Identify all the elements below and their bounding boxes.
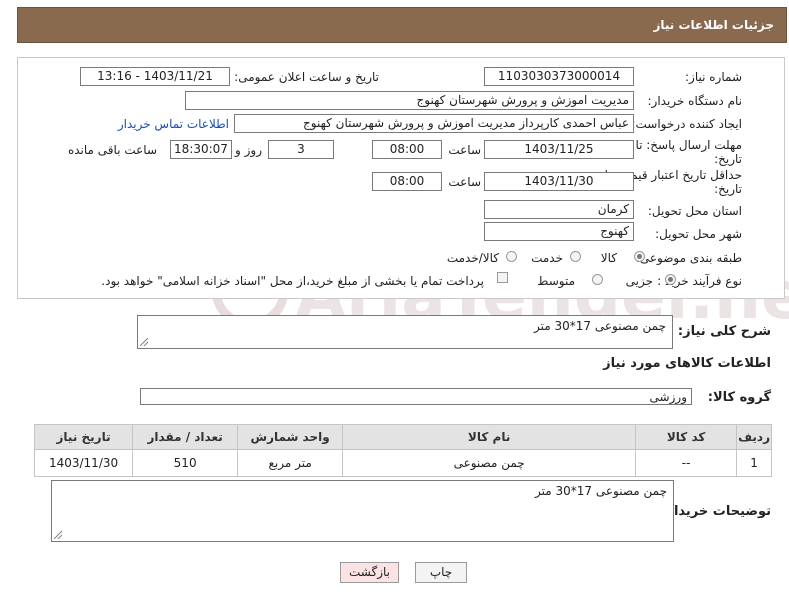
items-section-title: اطلاعات کالاهای مورد نیاز bbox=[603, 356, 771, 371]
cell-name: چمن مصنوعی bbox=[342, 449, 637, 477]
items-table: ردیف کد کالا نام کالا واحد شمارش تعداد /… bbox=[33, 424, 772, 477]
resize-grip-icon[interactable] bbox=[54, 531, 62, 539]
validity-time-field: 08:00 bbox=[372, 172, 442, 191]
purchase-option-minor: جزیی bbox=[625, 274, 653, 288]
table-row: 1 -- چمن مصنوعی متر مربع 510 1403/11/30 bbox=[33, 449, 772, 477]
city-field: کهنوج bbox=[484, 222, 634, 241]
city-label: شهر محل تحویل: bbox=[655, 227, 742, 241]
summary-textarea[interactable]: چمن مصنوعی 17*30 متر bbox=[137, 315, 673, 349]
requester-field: عباس احمدی کارپرداز مدیریت اموزش و پرورش… bbox=[234, 114, 634, 133]
need-number-label: شماره نیاز: bbox=[685, 70, 742, 84]
buyer-contact-link[interactable]: اطلاعات تماس خریدار bbox=[118, 117, 229, 131]
purchase-option-medium: متوسط bbox=[537, 274, 575, 288]
back-button[interactable]: بازگشت bbox=[340, 562, 399, 583]
requester-label: ایجاد کننده درخواست: bbox=[631, 117, 742, 131]
col-unit: واحد شمارش bbox=[237, 424, 344, 450]
goods-group-label: گروه کالا: bbox=[707, 390, 771, 405]
deadline-time-label: ساعت bbox=[448, 143, 481, 157]
validity-date-field: 1403/11/30 bbox=[484, 172, 634, 191]
page-header: جزئیات اطلاعات نیاز bbox=[17, 7, 787, 43]
category-radio-goods-service[interactable] bbox=[506, 251, 517, 262]
category-radio-service[interactable] bbox=[570, 251, 581, 262]
cell-date: 1403/11/30 bbox=[33, 449, 134, 477]
validity-label-date: تاریخ: bbox=[714, 182, 742, 196]
deadline-date-field: 1403/11/25 bbox=[484, 140, 634, 159]
remaining-time-field: 18:30:07 bbox=[170, 140, 232, 159]
col-qty: تعداد / مقدار bbox=[132, 424, 239, 450]
purchase-radio-minor[interactable] bbox=[665, 274, 676, 285]
col-code: کد کالا bbox=[635, 424, 738, 450]
buyer-org-field: مدیریت اموزش و پرورش شهرستان کهنوج bbox=[185, 91, 634, 110]
buyer-notes-label: توضیحات خریدار: bbox=[661, 504, 771, 519]
province-label: استان محل تحویل: bbox=[647, 204, 742, 218]
cell-unit: متر مربع bbox=[237, 449, 344, 477]
goods-group-field: ورزشی bbox=[140, 388, 692, 405]
category-radio-goods[interactable] bbox=[634, 251, 645, 262]
announce-date-field: 1403/11/21 - 13:16 bbox=[80, 67, 230, 86]
treasury-payment-note: پرداخت تمام یا بخشی از مبلغ خرید،از محل … bbox=[101, 274, 484, 288]
deadline-label: مهلت ارسال پاسخ: تا bbox=[635, 138, 742, 152]
deadline-time-field: 08:00 bbox=[372, 140, 442, 159]
province-field: کرمان bbox=[484, 200, 634, 219]
category-option-goods: کالا bbox=[600, 251, 617, 265]
treasury-payment-checkbox[interactable] bbox=[497, 272, 508, 283]
announce-date-label: تاریخ و ساعت اعلان عمومی: bbox=[234, 70, 379, 84]
col-row: ردیف bbox=[736, 424, 772, 450]
cell-qty: 510 bbox=[132, 449, 239, 477]
remaining-time-label: ساعت باقی مانده bbox=[67, 143, 157, 157]
days-remaining-field: 3 bbox=[268, 140, 334, 159]
category-option-service: خدمت bbox=[531, 251, 563, 265]
col-name: نام کالا bbox=[342, 424, 637, 450]
cell-row: 1 bbox=[736, 449, 772, 477]
deadline-label-date: تاریخ: bbox=[714, 152, 742, 166]
page-title: جزئیات اطلاعات نیاز bbox=[653, 18, 774, 32]
summary-text: چمن مصنوعی 17*30 متر bbox=[534, 319, 666, 333]
validity-time-label: ساعت bbox=[448, 175, 481, 189]
cell-code: -- bbox=[635, 449, 738, 477]
col-date: تاریخ نیاز bbox=[33, 424, 134, 450]
summary-label: شرح کلی نیاز: bbox=[677, 324, 771, 339]
need-number-field: 1103030373000014 bbox=[484, 67, 634, 86]
print-button[interactable]: چاپ bbox=[415, 562, 467, 583]
resize-grip-icon[interactable] bbox=[140, 338, 148, 346]
category-label: طبقه بندی موضوعی: bbox=[635, 251, 742, 265]
buyer-notes-textarea[interactable]: چمن مصنوعی 17*30 متر bbox=[51, 480, 674, 542]
table-header-row: ردیف کد کالا نام کالا واحد شمارش تعداد /… bbox=[33, 424, 772, 450]
days-label: روز و bbox=[235, 143, 262, 157]
buyer-notes-text: چمن مصنوعی 17*30 متر bbox=[535, 484, 667, 498]
buyer-org-label: نام دستگاه خریدار: bbox=[647, 94, 743, 108]
purchase-radio-medium[interactable] bbox=[592, 274, 603, 285]
category-option-goods-service: کالا/خدمت bbox=[446, 251, 499, 265]
